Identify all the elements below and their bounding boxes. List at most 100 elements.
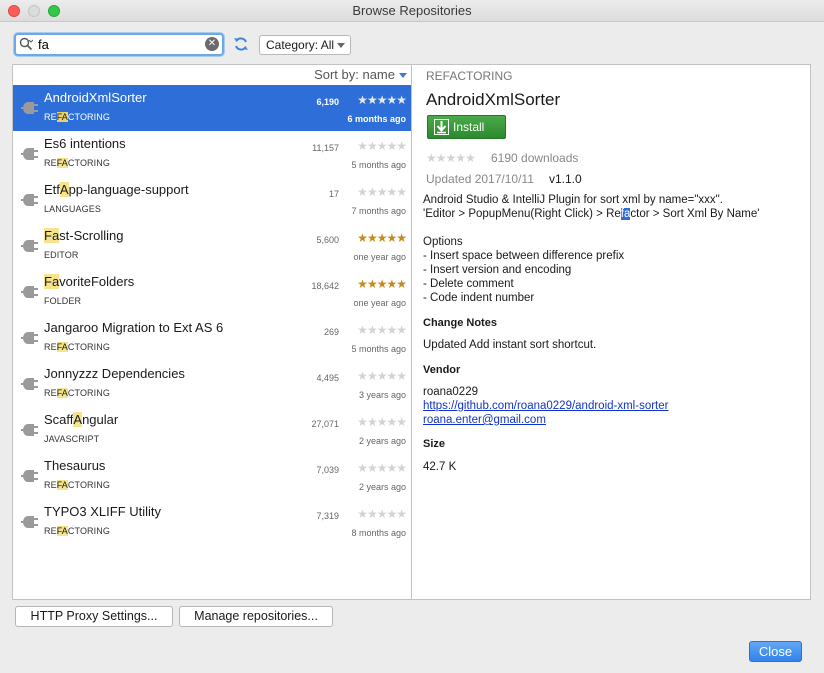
clear-search-icon[interactable]: ✕ [205, 37, 219, 51]
star-icon: ★ [386, 139, 397, 153]
category-text: CTORING [67, 158, 110, 168]
plugin-name-text: Jangaroo Migration to Ext AS 6 [44, 320, 224, 335]
star-icon: ★ [396, 461, 407, 475]
search-highlight: FA [56, 342, 68, 352]
plugin-list[interactable]: Sort by: name AndroidXmlSorter REFACTORIN… [12, 64, 412, 600]
search-input[interactable] [38, 36, 198, 53]
star-icon: ★ [426, 151, 437, 165]
plugin-category: REFACTORING [44, 388, 110, 398]
plugin-icon [21, 194, 38, 206]
star-icon: ★ [357, 415, 368, 429]
plugin-icon [21, 102, 38, 114]
star-icon: ★ [357, 323, 368, 337]
plugin-downloads: 7,319 [316, 511, 339, 521]
search-highlight: FA [56, 480, 68, 490]
plugin-list-item[interactable]: AndroidXmlSorter REFACTORING 6,190 ★★★★★ 6 m… [13, 85, 411, 131]
search-box[interactable]: ✕ [14, 33, 224, 56]
plugin-name: Thesaurus [44, 458, 105, 473]
plugin-age: 8 months ago [351, 528, 406, 538]
install-button[interactable]: Install [427, 115, 506, 139]
vendor-url-link[interactable]: https://github.com/roana0229/android-xml… [423, 400, 668, 412]
vendor-name: roana0229 [423, 386, 478, 398]
star-icon: ★ [396, 507, 407, 521]
plugin-rating-stars: ★★★★★ [357, 369, 407, 383]
description-text: ctor > Sort Xml By Name' [630, 208, 760, 220]
window-close-icon[interactable] [8, 5, 20, 17]
options-title: Options [423, 236, 463, 248]
plugin-downloads: 7,039 [316, 465, 339, 475]
plugin-age: 6 months ago [347, 114, 406, 124]
category-text: JAVASCRIPT [44, 434, 100, 444]
plugin-age: 3 years ago [358, 390, 406, 400]
refresh-icon[interactable] [233, 36, 249, 52]
plugin-list-item[interactable]: EtfApp-language-support LANGUAGES 17 ★★★★★ 7… [13, 177, 411, 223]
star-icon: ★ [357, 139, 368, 153]
plugin-list-item[interactable]: Es6 intentions REFACTORING 11,157 ★★★★★ 5 mo… [13, 131, 411, 177]
search-highlight: FA [56, 388, 68, 398]
window-minimize-icon[interactable] [28, 5, 40, 17]
detail-version: v1.1.0 [549, 172, 582, 186]
star-icon: ★ [376, 139, 388, 153]
category-text: RE [44, 158, 57, 168]
star-icon: ★ [376, 185, 388, 199]
plugin-list-item[interactable]: Jonnyzzz Dependencies REFACTORING 4,495 ★★★… [13, 361, 411, 407]
plugin-name: EtfApp-language-support [44, 182, 189, 197]
sort-by-control[interactable]: Sort by: name [13, 65, 411, 85]
star-icon: ★ [357, 507, 368, 521]
plugin-list-item[interactable]: Fast-Scrolling EDITOR 5,600 ★★★★★ one year a… [13, 223, 411, 269]
description-line: 'Editor > PopupMenu(Right Click) > Refac… [423, 208, 759, 220]
plugin-category: REFACTORING [44, 112, 110, 122]
star-icon: ★ [366, 93, 378, 107]
vendor-email-link[interactable]: roana.enter@gmail.com [423, 414, 546, 426]
detail-updated: Updated 2017/10/11 [426, 172, 534, 186]
star-icon: ★ [396, 231, 407, 245]
category-text: CTORING [67, 342, 110, 352]
change-notes-text: Updated Add instant sort shortcut. [423, 339, 597, 351]
plugin-name: ScaffAngular [44, 412, 118, 427]
manage-repositories-button[interactable]: Manage repositories... [179, 606, 333, 627]
star-icon: ★ [386, 369, 397, 383]
plugin-rating-stars: ★★★★★ [357, 507, 407, 521]
category-dropdown[interactable]: Category: All [259, 35, 351, 55]
plugin-list-item[interactable]: FavoriteFolders FOLDER 18,642 ★★★★★ one year… [13, 269, 411, 315]
category-text: RE [44, 388, 57, 398]
star-icon: ★ [386, 231, 397, 245]
star-icon: ★ [366, 231, 378, 245]
plugin-list-item[interactable]: Jangaroo Migration to Ext AS 6 REFACTORIN… [13, 315, 411, 361]
plugin-downloads: 27,071 [311, 419, 339, 429]
option-item: - Insert space between difference prefix [423, 250, 625, 262]
star-icon: ★ [366, 461, 378, 475]
star-icon: ★ [366, 277, 378, 291]
star-icon: ★ [376, 415, 388, 429]
search-icon[interactable] [19, 37, 33, 51]
plugin-downloads: 4,495 [316, 373, 339, 383]
plugin-detail-panel: REFACTORING AndroidXmlSorter Install ★★★… [412, 64, 811, 600]
detail-category: REFACTORING [426, 69, 513, 83]
plugin-category: REFACTORING [44, 526, 110, 536]
search-highlight: FA [56, 158, 68, 168]
star-icon: ★ [357, 277, 368, 291]
category-text: CTORING [67, 112, 110, 122]
plugin-list-item[interactable]: Thesaurus REFACTORING 7,039 ★★★★★ 2 years ag… [13, 453, 411, 499]
star-icon: ★ [386, 415, 397, 429]
plugin-category: LANGUAGES [44, 204, 101, 214]
category-text: CTORING [67, 526, 110, 536]
plugin-name: FavoriteFolders [44, 274, 134, 289]
star-icon: ★ [386, 461, 397, 475]
option-item: - Insert version and encoding [423, 264, 572, 276]
search-highlight: Fa [44, 274, 60, 289]
http-proxy-settings-button[interactable]: HTTP Proxy Settings... [15, 606, 173, 627]
category-text: RE [44, 526, 57, 536]
plugin-icon [21, 286, 38, 298]
star-icon: ★ [376, 507, 388, 521]
star-icon: ★ [376, 93, 388, 107]
plugin-age: one year ago [353, 252, 406, 262]
close-button[interactable]: Close [749, 641, 802, 662]
plugin-list-item[interactable]: ScaffAngular JAVASCRIPT 27,071 ★★★★★ 2 years… [13, 407, 411, 453]
plugin-name-text: ngular [82, 412, 119, 427]
star-icon: ★ [386, 277, 397, 291]
detail-downloads: 6190 downloads [491, 151, 579, 165]
plugin-list-item[interactable]: TYPO3 XLIFF Utility REFACTORING 7,319 ★★★★★… [13, 499, 411, 545]
category-text: EDITOR [44, 250, 79, 260]
window-zoom-icon[interactable] [48, 5, 60, 17]
